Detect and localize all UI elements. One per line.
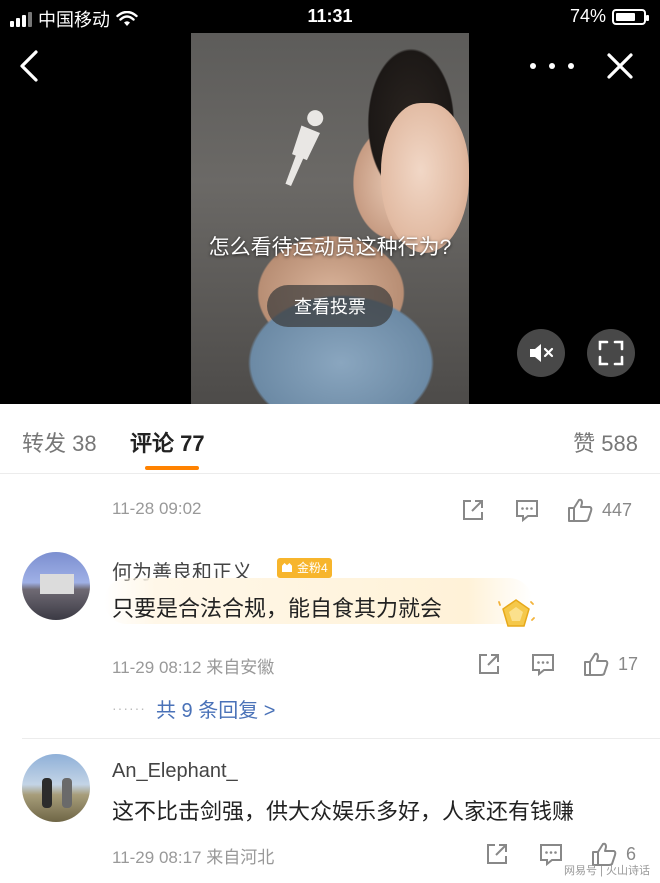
comment-text: 只要是合法合规，能自食其力就会 xyxy=(112,596,443,621)
video-header: 中国移动 11:31 74% 怎么看待运动员这种行为? 查看投票 xyxy=(0,0,660,404)
clock: 11:31 xyxy=(307,6,353,26)
battery-group: 74% xyxy=(569,6,649,27)
like-button[interactable]: 17 xyxy=(582,650,638,678)
more-horizontal-icon[interactable] xyxy=(530,56,574,76)
like-count: 447 xyxy=(602,499,633,520)
close-icon[interactable] xyxy=(604,50,636,82)
replies-row[interactable]: ······ 共 9 条回复 > xyxy=(112,694,275,723)
thumbs-up-icon xyxy=(568,498,593,522)
tab-comment[interactable]: 评论 77 xyxy=(130,426,205,458)
comment-icon[interactable] xyxy=(514,496,540,524)
restroom-sign xyxy=(285,110,324,187)
fan-badge: 金粉4 xyxy=(277,558,332,578)
fullscreen-button[interactable] xyxy=(587,329,635,377)
battery-icon xyxy=(612,8,649,25)
fullscreen-icon xyxy=(598,340,624,366)
dots-icon: ······ xyxy=(112,700,146,716)
mute-icon xyxy=(530,344,554,362)
like-count: 17 xyxy=(618,653,639,674)
comment-text: 这不比击剑强，供大众娱乐多好，人家还有钱赚 xyxy=(112,799,575,824)
avatar[interactable] xyxy=(22,552,90,620)
watermark: 网易号 | 火山诗话 xyxy=(564,865,650,877)
like-button[interactable]: 447 xyxy=(566,496,632,524)
battery-percent: 74% xyxy=(569,6,606,26)
share-icon[interactable] xyxy=(476,650,502,678)
active-tab-indicator xyxy=(145,466,199,470)
comment-icon[interactable] xyxy=(530,650,556,678)
tab-like[interactable]: 赞 588 xyxy=(573,426,638,458)
tab-repost[interactable]: 转发 38 xyxy=(22,426,97,458)
view-replies-link[interactable]: 共 9 条回复 > xyxy=(156,694,275,723)
video-caption: 怎么看待运动员这种行为? xyxy=(208,236,452,259)
view-vote-button[interactable]: 查看投票 xyxy=(267,285,393,327)
comment-meta: 11-29 08:12 来自安徽 xyxy=(112,658,275,677)
status-bar: 中国移动 11:31 74% xyxy=(0,0,660,34)
comment-icon[interactable] xyxy=(538,840,564,868)
post-tabs: 转发 38 评论 77 赞 588 xyxy=(0,404,660,474)
comment-actions: 17 xyxy=(474,650,644,678)
comment-meta: 11-29 08:17 来自河北 xyxy=(112,848,275,867)
thumbs-up-icon xyxy=(584,652,609,676)
divider xyxy=(22,738,660,739)
post-date: 11-28 09:02 xyxy=(112,499,202,518)
video-player[interactable]: 怎么看待运动员这种行为? 查看投票 xyxy=(191,33,469,404)
gem-icon xyxy=(498,599,535,627)
share-icon[interactable] xyxy=(460,496,486,524)
chevron-left-icon[interactable] xyxy=(14,48,46,84)
comment-username[interactable]: An_Elephant_ xyxy=(112,760,238,783)
avatar[interactable] xyxy=(22,754,90,822)
mute-button[interactable] xyxy=(517,329,565,377)
post-actions: 447 xyxy=(458,496,648,524)
share-icon[interactable] xyxy=(484,840,510,868)
